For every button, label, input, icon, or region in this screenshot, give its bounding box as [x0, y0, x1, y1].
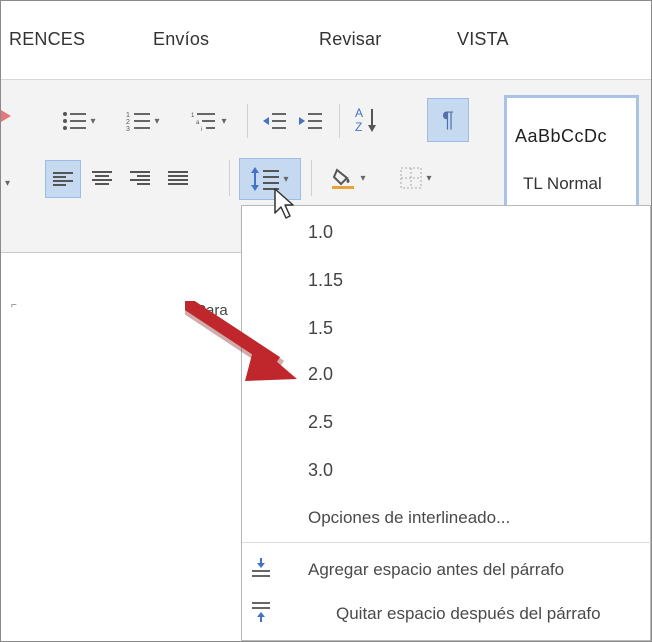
separator [229, 160, 230, 196]
left-dropdown-arrow-icon[interactable]: ▾ [5, 178, 10, 189]
tab-references[interactable]: RENCES [9, 29, 85, 50]
svg-text:A: A [355, 106, 363, 120]
bullets-button[interactable]: ▾ [51, 104, 107, 138]
multilevel-list-icon: 1 a i [191, 113, 216, 132]
chevron-down-icon: ▾ [283, 173, 289, 185]
borders-button[interactable]: ▾ [385, 160, 447, 196]
align-center-button[interactable] [85, 160, 119, 196]
increase-indent-icon [299, 113, 322, 129]
decrease-indent-button[interactable] [257, 104, 291, 138]
remove-space-after-item[interactable]: Quitar espacio después del párrafo [336, 604, 601, 624]
add-space-before-icon [252, 558, 270, 577]
menu-item-3-0[interactable]: 3.0 [308, 460, 333, 481]
chevron-down-icon: ▾ [90, 115, 96, 127]
bullets-icon [63, 112, 87, 130]
align-center-icon [92, 171, 112, 185]
svg-text:3: 3 [126, 126, 130, 132]
paint-bucket-icon [332, 168, 355, 189]
svg-text:i: i [201, 127, 202, 132]
mouse-cursor-icon [274, 188, 294, 219]
add-space-before-item[interactable]: Agregar espacio antes del párrafo [308, 560, 564, 580]
align-right-button[interactable] [123, 160, 157, 196]
red-arrow-icon [185, 301, 297, 381]
separator [311, 160, 312, 196]
align-left-button[interactable] [45, 160, 81, 198]
justify-icon [168, 171, 188, 185]
menu-item-1-0[interactable]: 1.0 [308, 222, 333, 243]
menu-item-1-15[interactable]: 1.15 [308, 270, 343, 291]
svg-text:Z: Z [355, 120, 362, 134]
borders-icon [400, 167, 422, 189]
style-normal[interactable]: AaBbCcDc TL Normal [504, 95, 639, 217]
align-left-icon [53, 172, 73, 186]
svg-text:2: 2 [126, 119, 130, 126]
svg-text:1: 1 [126, 112, 130, 119]
tab-vista[interactable]: VISTA [457, 29, 509, 50]
tab-revisar[interactable]: Revisar [319, 29, 381, 50]
chevron-down-icon: ▾ [221, 115, 227, 127]
remove-space-after-icon [252, 602, 270, 622]
line-spacing-menu: 1.0 1.15 1.5 2.0 2.5 3.0 Opciones de int… [241, 205, 651, 641]
shading-button[interactable]: ▾ [319, 160, 379, 196]
chevron-down-icon: ▾ [360, 172, 366, 184]
align-right-icon [130, 171, 150, 185]
ribbon-tabs: RENCES Envíos Revisar VISTA [1, 1, 651, 79]
svg-text:a: a [196, 120, 200, 126]
separator [339, 104, 340, 138]
menu-item-2-0[interactable]: 2.0 [308, 364, 333, 385]
chevron-down-icon: ▾ [154, 115, 160, 127]
decrease-indent-icon [263, 113, 286, 129]
menu-separator [242, 542, 651, 543]
justify-button[interactable] [161, 160, 195, 196]
increase-indent-button[interactable] [293, 104, 327, 138]
highlight-marker-icon[interactable] [1, 108, 15, 124]
tab-envios[interactable]: Envíos [153, 29, 209, 50]
svg-text:1: 1 [191, 113, 195, 119]
show-formatting-button[interactable]: ¶ [427, 98, 469, 142]
menu-item-1-5[interactable]: 1.5 [308, 318, 333, 339]
line-spacing-options-item[interactable]: Opciones de interlineado... [308, 508, 510, 528]
chevron-down-icon: ▾ [426, 172, 432, 184]
menu-item-2-5[interactable]: 2.5 [308, 412, 333, 433]
multilevel-list-button[interactable]: 1 a i ▾ [179, 104, 239, 138]
separator [247, 104, 248, 138]
style-preview: AaBbCcDc [515, 126, 608, 146]
word-window: RENCES Envíos Revisar VISTA ▾ ▾ 1 2 3 ▾ [0, 0, 652, 642]
dialog-launcher-icon[interactable]: ⌐ [11, 300, 17, 311]
style-name: TL Normal [523, 174, 602, 193]
numbering-icon: 1 2 3 [126, 112, 151, 132]
sort-button[interactable]: A Z [351, 100, 385, 140]
sort-az-icon: A Z [355, 106, 376, 134]
numbering-button[interactable]: 1 2 3 ▾ [115, 104, 171, 138]
